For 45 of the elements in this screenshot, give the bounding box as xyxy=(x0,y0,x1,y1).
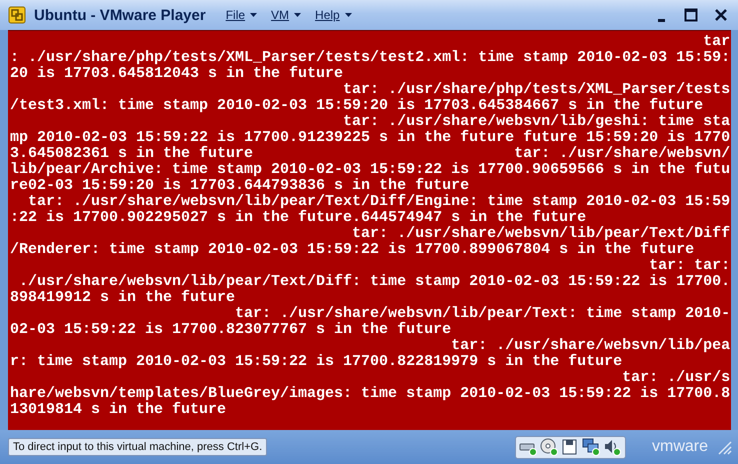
status-message: To direct input to this virtual machine, press Ctrl+G. xyxy=(8,438,268,456)
resize-grip-icon[interactable] xyxy=(716,439,732,455)
console-line: mp 2010-02-03 15:59:22 is 17700.91239225 s in the future future 15:59:20 is 1770 xyxy=(10,130,730,146)
console-line: /test3.xml: time stamp 2010-02-03 15:59:20 is 17703.645384667 s in the future xyxy=(10,98,704,114)
console-line: tar: ./usr/share/websvn/lib/pear/Text: time stamp 2010- xyxy=(234,306,730,322)
caret-icon xyxy=(250,13,258,17)
console-line: tar: ./usr/s xyxy=(621,370,730,386)
console-line: r: time stamp 2010-02-03 15:59:22 is 17700.822819979 s in the future xyxy=(10,354,622,370)
console-line: tar: ./usr/share/php/tests/XML_Parser/tests xyxy=(342,82,730,98)
menu-item[interactable]: Help xyxy=(315,8,352,22)
maximize-icon xyxy=(684,8,698,22)
vmware-logo: vmware xyxy=(652,438,708,456)
floppy-icon xyxy=(561,438,580,456)
close-icon xyxy=(714,8,728,22)
console-line: tar xyxy=(702,34,730,50)
console-line: :22 is 17700.902295027 s in the future.644574947 s in the future xyxy=(10,210,586,226)
speaker-icon xyxy=(603,438,622,456)
app-icon xyxy=(8,6,26,24)
console-line: re02-03 15:59:20 is 17703.644793836 s in the future xyxy=(10,178,470,194)
console-line: 3.645082361 s in the future tar: ./usr/share/websvn/ xyxy=(10,146,730,162)
console-line: 02-03 15:59:22 is 17700.823077767 s in the future xyxy=(10,322,452,338)
console-line: 20 is 17703.645812043 s in the future xyxy=(10,66,344,82)
console-line: ./usr/share/websvn/lib/pear/Text/Diff: time stamp 2010-02-03 15:59:22 is 17700. xyxy=(18,274,730,290)
window-title: Ubuntu - VMware Player xyxy=(34,6,206,24)
device-button[interactable] xyxy=(540,438,559,456)
caret-icon xyxy=(344,13,352,17)
console-line: tar: ./usr/share/websvn/lib/geshi: time sta xyxy=(342,114,730,130)
console-line: tar: ./usr/share/websvn/lib/pear/Text/Diff xyxy=(351,226,730,242)
console-line: : ./usr/share/php/tests/XML_Parser/tests/test2.xml: time stamp 2010-02-03 15:59: xyxy=(10,50,730,66)
device-button[interactable] xyxy=(582,438,601,456)
cd-icon xyxy=(540,438,558,456)
menu-item[interactable]: File xyxy=(226,8,258,22)
console-line: tar: ./usr/share/websvn/lib/pea xyxy=(450,338,730,354)
menu-item[interactable]: VM xyxy=(271,8,302,22)
console-line: tar: tar: xyxy=(648,258,730,274)
console-line: lib/pear/Archive: time stamp 2010-02-03 15:59:22 is 17700.90659566 s in the futu xyxy=(10,162,730,178)
minimize-icon xyxy=(658,18,664,22)
device-button[interactable] xyxy=(602,438,622,456)
console-line: 898419912 s in the future xyxy=(10,290,236,306)
console-line: /Renderer: time stamp 2010-02-03 15:59:22 is 17700.899067804 s in the future xyxy=(10,242,694,258)
console-line: tar: ./usr/share/websvn/lib/pear/Text/Diff/Engine: time stamp 2010-02-03 15:59 xyxy=(27,194,730,210)
caret-icon xyxy=(294,13,302,17)
network-icon xyxy=(582,438,600,456)
console-line: 13019814 s in the future xyxy=(10,402,226,418)
console-line: hare/websvn/templates/BlueGrey/images: time stamp 2010-02-03 15:59:22 is 17700.8 xyxy=(10,386,730,402)
